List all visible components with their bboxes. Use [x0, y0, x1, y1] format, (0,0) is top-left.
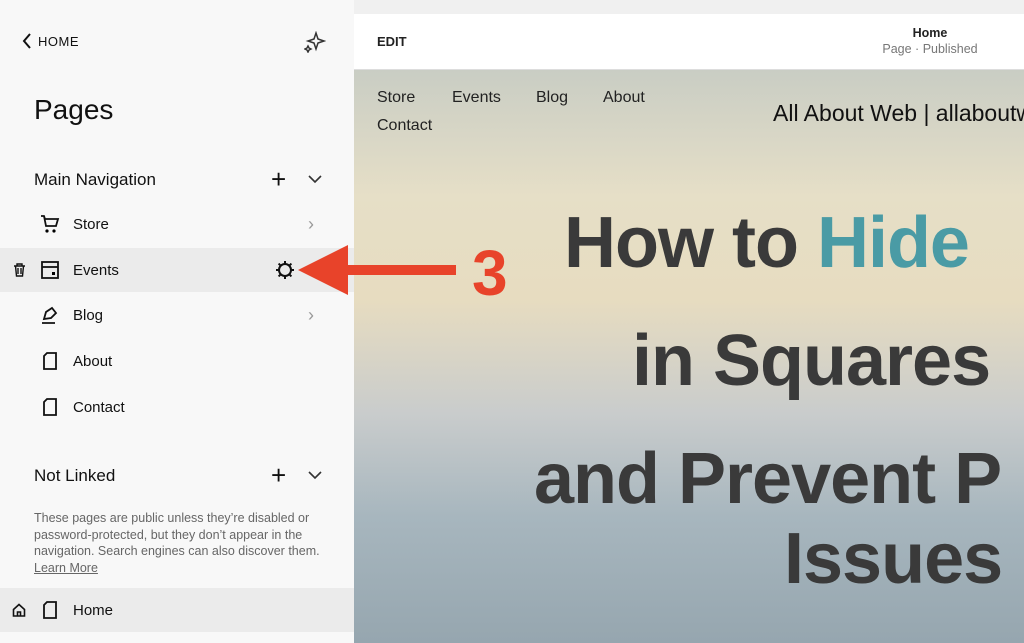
home-back-label: HOME: [38, 33, 79, 49]
sidebar-item-home[interactable]: Home: [0, 588, 354, 632]
add-page-button[interactable]: +: [271, 460, 286, 491]
sidebar-item-contact[interactable]: Contact: [0, 385, 354, 429]
site-nav-blog[interactable]: Blog: [536, 89, 568, 107]
edit-button[interactable]: EDIT: [377, 34, 407, 49]
trash-icon[interactable]: [13, 263, 26, 277]
sidebar-item-label: Events: [73, 261, 119, 279]
site-title[interactable]: All About Web | allaboutw: [773, 100, 1024, 127]
headline-line-4: Issues: [784, 519, 1003, 599]
sidebar-item-label: Contact: [73, 398, 125, 416]
learn-more-link[interactable]: Learn More: [34, 561, 98, 575]
site-nav-contact[interactable]: Contact: [377, 117, 432, 135]
headline-line-3: and Prevent P: [534, 439, 1002, 519]
page-info-title: Home: [912, 26, 948, 40]
headline-accent: Hide: [816, 203, 970, 283]
sidebar-item-label: About: [73, 352, 113, 370]
home-back-link[interactable]: HOME: [22, 33, 79, 49]
page-info: Home Page · Published: [854, 26, 1006, 56]
not-linked-heading: Not Linked: [34, 466, 116, 485]
chevron-left-icon: [22, 33, 31, 49]
site-preview: Store Events Blog About Contact All Abou…: [354, 70, 1024, 643]
description-text: These pages are public unless they’re di…: [34, 511, 320, 558]
annotation-arrow: [298, 245, 456, 295]
sparkle-icon[interactable]: [304, 31, 326, 53]
chevron-down-icon[interactable]: [308, 471, 322, 480]
not-linked-description: These pages are public unless they’re di…: [34, 510, 334, 576]
page-icon: [43, 601, 57, 619]
page-icon: [43, 398, 57, 416]
chevron-right-icon[interactable]: ›: [308, 305, 314, 326]
cart-icon: [41, 215, 60, 233]
calendar-icon: [41, 261, 59, 279]
headline-text: How to: [564, 203, 817, 283]
pen-icon: [42, 306, 58, 324]
sidebar-item-label: Store: [73, 215, 109, 233]
sidebar-item-label: Blog: [73, 306, 104, 324]
site-nav-about[interactable]: About: [603, 89, 645, 107]
main-navigation-heading: Main Navigation: [34, 170, 156, 189]
page-icon: [43, 352, 57, 370]
page-title: Pages: [34, 94, 114, 125]
chevron-down-icon[interactable]: [308, 175, 322, 184]
site-nav-events[interactable]: Events: [452, 89, 501, 107]
chevron-right-icon[interactable]: ›: [308, 214, 314, 235]
add-page-button[interactable]: +: [271, 164, 286, 195]
site-nav-store[interactable]: Store: [377, 89, 415, 107]
headline-line-2: in Squares: [632, 321, 991, 401]
headline-line-1: How to Hide: [564, 202, 970, 284]
annotation-number: 3: [472, 237, 508, 309]
editor-topbar: EDIT Home Page · Published: [354, 14, 1024, 70]
sidebar-item-about[interactable]: About: [0, 339, 354, 383]
gear-icon[interactable]: [275, 260, 295, 280]
pages-sidebar: HOME Pages Main Navigation + Store › Eve…: [0, 0, 354, 643]
page-info-status: Page · Published: [882, 42, 978, 56]
sidebar-item-label: Home: [73, 601, 114, 619]
home-icon: [12, 603, 26, 617]
